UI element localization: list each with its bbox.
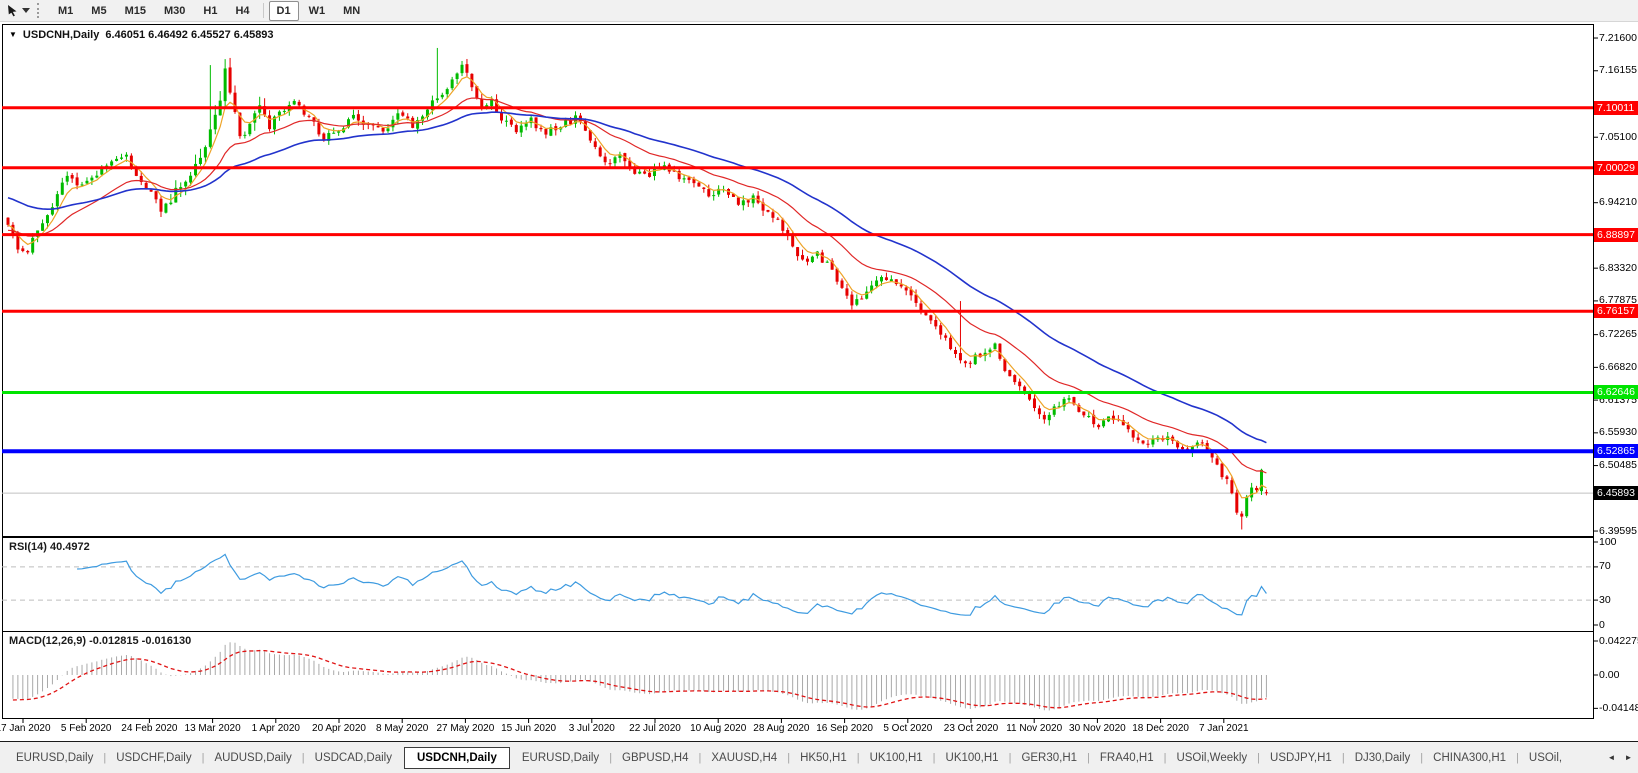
price-axis-tick: 7.05100: [1599, 130, 1637, 143]
date-axis-label: 1 Apr 2020: [251, 723, 300, 734]
tab-hk50-h1[interactable]: HK50,H1: [790, 748, 857, 768]
date-axis-label: 13 Mar 2020: [184, 723, 241, 734]
price-level-label: 6.52865: [1594, 444, 1638, 459]
price-level-label: 7.10011: [1594, 100, 1638, 115]
chart-symbol-title: USDCNH,Daily: [22, 29, 100, 41]
tab-eurusd-daily[interactable]: EURUSD,Daily: [6, 748, 103, 768]
panel-border: [2, 24, 1594, 537]
rsi-axis-tick: 100: [1599, 535, 1617, 548]
tab-china300-h1[interactable]: CHINA300,H1: [1423, 748, 1516, 768]
candlesticks: [6, 47, 1268, 530]
tab-gbpusd-h4[interactable]: GBPUSD,H4: [612, 748, 698, 768]
tab-xauusd-h4[interactable]: XAUUSD,H4: [701, 748, 787, 768]
date-axis-label: 7 Jan 2021: [1199, 723, 1249, 734]
price-chart-canvas[interactable]: [0, 0, 1638, 741]
date-axis-label: 27 May 2020: [436, 723, 495, 734]
date-axis-label: 20 Apr 2020: [312, 723, 366, 734]
tab-strip: EURUSD,Daily | USDCHF,Daily | AUDUSD,Daily | U…: [0, 742, 1600, 773]
price-axis-tick: 7.16155: [1599, 64, 1637, 77]
price-axis-tick: 6.94210: [1599, 196, 1637, 209]
date-axis-label: 23 Oct 2020: [943, 723, 999, 734]
date-axis-label: 5 Feb 2020: [60, 723, 112, 734]
date-axis-label: 10 Aug 2020: [690, 723, 747, 734]
macd-histogram: [12, 642, 1267, 711]
tab-fra40-h1[interactable]: FRA40,H1: [1090, 748, 1164, 768]
moving-averages: [7, 76, 1267, 499]
tab-scroll-left-icon[interactable]: ◄: [1604, 750, 1619, 766]
tab-usoil[interactable]: USOil,: [1519, 748, 1572, 768]
date-axis-label: 5 Oct 2020: [883, 723, 933, 734]
tab-usdcad-daily[interactable]: USDCAD,Daily: [305, 748, 402, 768]
macd-axis-tick: 0.042275: [1599, 634, 1638, 647]
date-axis-label: 11 Nov 2020: [1006, 723, 1063, 734]
rsi-axis-tick: 30: [1599, 593, 1611, 606]
tab-usdchf-daily[interactable]: USDCHF,Daily: [106, 748, 201, 768]
rsi-axis-tick: 0: [1599, 618, 1605, 631]
price-axis-tick: 6.72265: [1599, 328, 1637, 341]
date-axis-label: 24 Feb 2020: [121, 723, 178, 734]
collapse-icon[interactable]: ▼: [9, 30, 17, 39]
date-axis-label: 30 Nov 2020: [1069, 723, 1126, 734]
tab-usoil-weekly[interactable]: USOil,Weekly: [1166, 748, 1257, 768]
tab-uk100-h1[interactable]: UK100,H1: [860, 748, 933, 768]
chart-area: ▼ USDCNH,Daily 6.46051 6.46492 6.45527 6…: [0, 0, 1638, 741]
price-level-label: 6.62646: [1594, 385, 1638, 400]
macd-axis-tick: 0.00: [1599, 668, 1620, 681]
price-axis-tick: 6.50485: [1599, 459, 1637, 472]
tab-uk100-h1[interactable]: UK100,H1: [936, 748, 1009, 768]
chart-tab-bar: EURUSD,Daily | USDCHF,Daily | AUDUSD,Daily | U…: [0, 741, 1638, 773]
rsi-axis-tick: 70: [1599, 560, 1611, 573]
tab-scroll-right-icon[interactable]: ►: [1621, 750, 1636, 766]
price-axis-tick: 7.21600: [1599, 31, 1637, 44]
price-axis-tick: 6.66820: [1599, 360, 1637, 373]
macd-axis-tick: -0.04148: [1599, 701, 1638, 714]
current-price-label: 6.45893: [1594, 486, 1638, 501]
panel-border: [2, 537, 1594, 632]
price-level-label: 6.76157: [1594, 304, 1638, 319]
tab-dj30-daily[interactable]: DJ30,Daily: [1345, 748, 1421, 768]
date-axis-label: 3 Jul 2020: [568, 723, 615, 734]
price-axis-tick: 6.83320: [1599, 261, 1637, 274]
date-axis-label: 28 Aug 2020: [753, 723, 810, 734]
date-axis-label: 17 Jan 2020: [0, 723, 51, 734]
ohlc-quote: 6.46051 6.46492 6.45527 6.45893: [105, 29, 274, 41]
price-level-label: 7.00029: [1594, 160, 1638, 175]
date-axis-label: 22 Jul 2020: [629, 723, 681, 734]
rsi-line: [77, 553, 1267, 616]
tab-eurusd-daily[interactable]: EURUSD,Daily: [512, 748, 609, 768]
tab-audusd-daily[interactable]: AUDUSD,Daily: [204, 748, 301, 768]
tab-usdjpy-h1[interactable]: USDJPY,H1: [1260, 748, 1342, 768]
tab-scroll-arrows: ◄ ►: [1604, 742, 1636, 773]
date-axis-label: 18 Dec 2020: [1132, 723, 1189, 734]
date-axis-label: 16 Sep 2020: [816, 723, 873, 734]
macd-indicator-label: MACD(12,26,9) -0.012815 -0.016130: [9, 635, 192, 647]
date-axis-label: 15 Jun 2020: [501, 723, 557, 734]
tab-usdcnh-daily[interactable]: USDCNH,Daily: [403, 746, 510, 769]
trading-terminal-window: M1 M5 M15 M30 H1 H4 D1 W1 MN ▼ USDCNH,Daily 6.46…: [0, 0, 1638, 773]
date-axis-label: 8 May 2020: [376, 723, 429, 734]
price-level-label: 6.88897: [1594, 227, 1638, 242]
tab-ger30-h1[interactable]: GER30,H1: [1011, 748, 1087, 768]
rsi-indicator-label: RSI(14) 40.4972: [9, 541, 90, 553]
chart-title-row: ▼ USDCNH,Daily 6.46051 6.46492 6.45527 6…: [9, 29, 274, 41]
price-axis-tick: 6.55930: [1599, 426, 1637, 439]
